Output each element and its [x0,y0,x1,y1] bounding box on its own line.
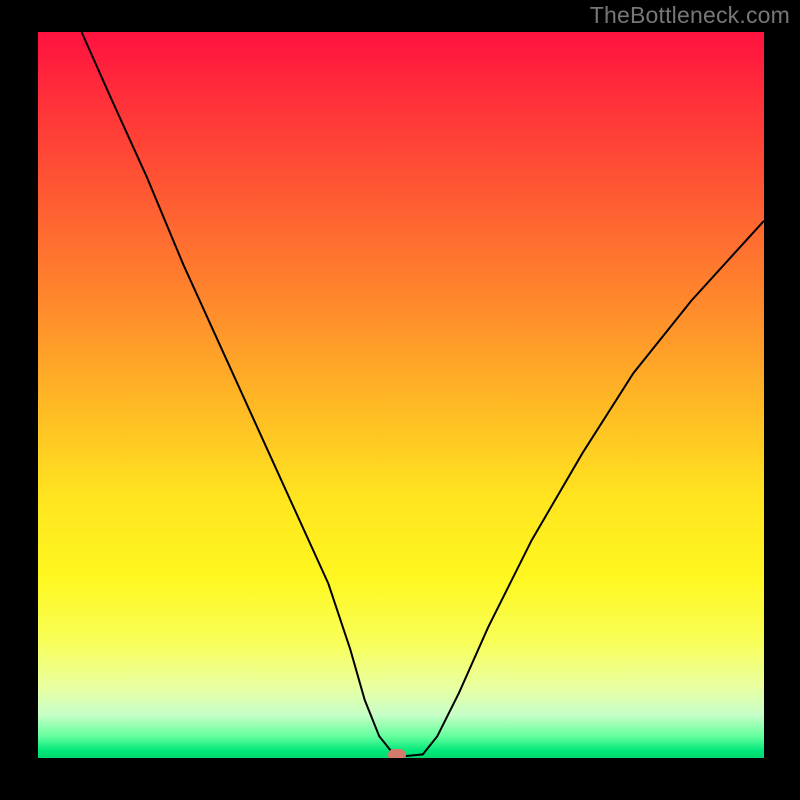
curve-svg [38,32,764,758]
optimal-marker [388,749,406,758]
plot-area [38,32,764,758]
chart-container: TheBottleneck.com [0,0,800,800]
bottleneck-curve-path [82,32,764,757]
watermark-text: TheBottleneck.com [590,2,790,29]
